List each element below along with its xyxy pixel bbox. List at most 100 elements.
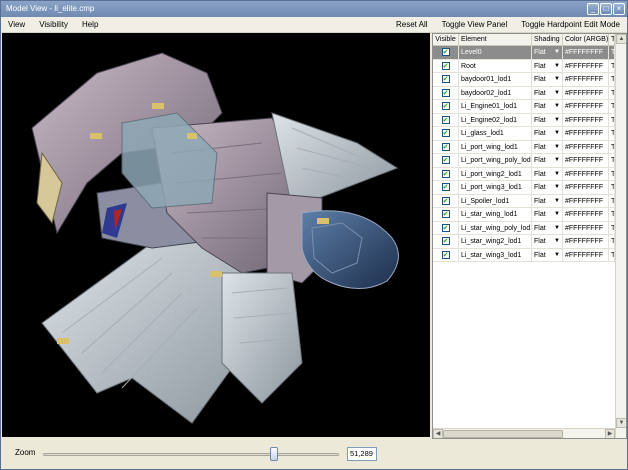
table-row[interactable]: ✔Li_port_wing2_lod1Flat▼#FFFFFFFFTex [433, 167, 615, 181]
visible-checkbox[interactable]: ✔ [441, 142, 450, 151]
column-color[interactable]: Color (ARGB) [563, 34, 609, 45]
color-value[interactable]: #FFFFFFFF [563, 154, 609, 167]
shading-dropdown[interactable]: Flat ▼ [532, 140, 563, 154]
visible-checkbox[interactable]: ✔ [441, 169, 450, 178]
dropdown-arrow-icon[interactable]: ▼ [554, 168, 560, 181]
table-row[interactable]: ✔Li_star_wing_poly_lod1Flat▼#FFFFFFFFTex [433, 221, 615, 235]
color-value[interactable]: #FFFFFFFF [563, 86, 609, 99]
dropdown-arrow-icon[interactable]: ▼ [554, 235, 560, 248]
dropdown-arrow-icon[interactable]: ▼ [554, 87, 560, 100]
table-row[interactable]: ✔Li_Spoiler_lod1Flat▼#FFFFFFFFTex [433, 194, 615, 208]
color-value[interactable]: #FFFFFFFF [563, 194, 609, 207]
column-shading[interactable]: Shading [532, 34, 563, 45]
toggle-view-panel-button[interactable]: Toggle View Panel [435, 17, 515, 33]
minimize-button[interactable]: _ [587, 3, 599, 15]
table-row[interactable]: ✔RootFlat▼#FFFFFFFFTex [433, 59, 615, 73]
color-value[interactable]: #FFFFFFFF [563, 208, 609, 221]
menu-visibility[interactable]: Visibility [32, 17, 75, 33]
table-row[interactable]: ✔Li_glass_lod1Flat▼#FFFFFFFFTex [433, 127, 615, 141]
shading-dropdown[interactable]: Flat ▼ [532, 154, 563, 167]
shading-dropdown[interactable]: Flat ▼ [532, 73, 563, 86]
table-row[interactable]: ✔Li_port_wing3_lod1Flat▼#FFFFFFFFTex [433, 181, 615, 195]
title-bar[interactable]: Model View - li_elite.cmp _ □ × [1, 1, 627, 17]
visible-checkbox[interactable]: ✔ [441, 250, 450, 259]
dropdown-arrow-icon[interactable]: ▼ [554, 73, 560, 86]
shading-dropdown[interactable]: Flat ▼ [532, 208, 563, 221]
table-row[interactable]: ✔baydoor01_lod1Flat▼#FFFFFFFFTex [433, 73, 615, 87]
color-value[interactable]: #FFFFFFFF [563, 221, 609, 234]
visible-checkbox[interactable]: ✔ [441, 75, 450, 84]
scroll-right-icon[interactable]: ▶ [605, 429, 615, 438]
dropdown-arrow-icon[interactable]: ▼ [554, 154, 560, 167]
visible-checkbox[interactable]: ✔ [441, 61, 450, 70]
zoom-value-field[interactable]: 51,289 [347, 447, 377, 461]
shading-dropdown[interactable]: Flat ▼ [532, 46, 563, 59]
zoom-slider-thumb[interactable] [269, 447, 278, 461]
table-row[interactable]: ✔Li_port_wing_poly_lod1Flat▼#FFFFFFFFTex [433, 154, 615, 168]
visible-checkbox[interactable]: ✔ [441, 237, 450, 246]
dropdown-arrow-icon[interactable]: ▼ [554, 100, 560, 113]
shading-dropdown[interactable]: Flat ▼ [532, 181, 563, 194]
shading-dropdown[interactable]: Flat ▼ [532, 59, 563, 73]
shading-dropdown[interactable]: Flat ▼ [532, 113, 563, 127]
color-value[interactable]: #FFFFFFFF [563, 167, 609, 180]
visible-checkbox[interactable]: ✔ [441, 183, 450, 192]
shading-dropdown[interactable]: Flat ▼ [532, 86, 563, 100]
dropdown-arrow-icon[interactable]: ▼ [554, 127, 560, 140]
dropdown-arrow-icon[interactable]: ▼ [554, 249, 560, 262]
table-row[interactable]: ✔Li_star_wing_lod1Flat▼#FFFFFFFFTex [433, 208, 615, 222]
table-row[interactable]: ✔Level0Flat▼#FFFFFFFFTex [433, 46, 615, 60]
visible-checkbox[interactable]: ✔ [441, 156, 450, 165]
table-row[interactable]: ✔baydoor02_lod1Flat▼#FFFFFFFFTex [433, 86, 615, 100]
dropdown-arrow-icon[interactable]: ▼ [554, 208, 560, 221]
model-viewport[interactable] [2, 33, 430, 437]
horizontal-scroll-thumb[interactable] [443, 430, 563, 438]
visible-checkbox[interactable]: ✔ [441, 48, 450, 57]
color-value[interactable]: #FFFFFFFF [563, 46, 609, 59]
color-value[interactable]: #FFFFFFFF [563, 248, 609, 261]
shading-dropdown[interactable]: Flat ▼ [532, 194, 563, 208]
dropdown-arrow-icon[interactable]: ▼ [554, 181, 560, 194]
color-value[interactable]: #FFFFFFFF [563, 235, 609, 248]
shading-dropdown[interactable]: Flat ▼ [532, 100, 563, 113]
dropdown-arrow-icon[interactable]: ▼ [554, 60, 560, 73]
table-row[interactable]: ✔Li_Engine02_lod1Flat▼#FFFFFFFFTex [433, 113, 615, 127]
table-row[interactable]: ✔Li_star_wing3_lod1Flat▼#FFFFFFFFTex [433, 248, 615, 262]
color-value[interactable]: #FFFFFFFF [563, 181, 609, 194]
visible-checkbox[interactable]: ✔ [441, 88, 450, 97]
maximize-button[interactable]: □ [600, 3, 612, 15]
color-value[interactable]: #FFFFFFFF [563, 100, 609, 113]
shading-dropdown[interactable]: Flat ▼ [532, 235, 563, 248]
shading-dropdown[interactable]: Flat ▼ [532, 127, 563, 140]
visible-checkbox[interactable]: ✔ [441, 129, 450, 138]
color-value[interactable]: #FFFFFFFF [563, 59, 609, 72]
table-row[interactable]: ✔Li_Engine01_lod1Flat▼#FFFFFFFFTex [433, 100, 615, 114]
visible-checkbox[interactable]: ✔ [441, 196, 450, 205]
vertical-scrollbar[interactable]: ▲ ▼ [615, 34, 626, 438]
column-element[interactable]: Element [459, 34, 532, 45]
shading-dropdown[interactable]: Flat ▼ [532, 167, 563, 181]
dropdown-arrow-icon[interactable]: ▼ [554, 195, 560, 208]
close-button[interactable]: × [613, 3, 625, 15]
horizontal-scrollbar[interactable]: ◀ ▶ [433, 428, 615, 438]
dropdown-arrow-icon[interactable]: ▼ [554, 141, 560, 154]
table-row[interactable]: ✔Li_port_wing_lod1Flat▼#FFFFFFFFTex [433, 140, 615, 154]
shading-dropdown[interactable]: Flat ▼ [532, 248, 563, 262]
toggle-hardpoint-edit-mode-button[interactable]: Toggle Hardpoint Edit Mode [514, 17, 627, 33]
shading-dropdown[interactable]: Flat ▼ [532, 221, 563, 235]
color-value[interactable]: #FFFFFFFF [563, 113, 609, 126]
visible-checkbox[interactable]: ✔ [441, 223, 450, 232]
dropdown-arrow-icon[interactable]: ▼ [554, 114, 560, 127]
reset-all-button[interactable]: Reset All [389, 17, 435, 33]
visible-checkbox[interactable]: ✔ [441, 210, 450, 219]
dropdown-arrow-icon[interactable]: ▼ [554, 46, 560, 59]
column-visible[interactable]: Visible [433, 34, 459, 45]
dropdown-arrow-icon[interactable]: ▼ [554, 222, 560, 235]
visible-checkbox[interactable]: ✔ [441, 115, 450, 124]
color-value[interactable]: #FFFFFFFF [563, 73, 609, 86]
menu-help[interactable]: Help [75, 17, 105, 33]
scroll-up-icon[interactable]: ▲ [616, 34, 626, 44]
color-value[interactable]: #FFFFFFFF [563, 127, 609, 140]
menu-view[interactable]: View [1, 17, 32, 33]
zoom-slider[interactable] [43, 453, 339, 456]
